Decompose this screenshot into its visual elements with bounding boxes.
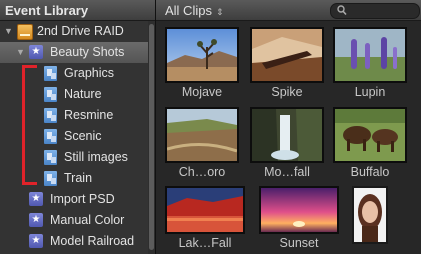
select-arrows-icon: ⇕ — [215, 7, 224, 17]
sidebar-item-event[interactable]: ★ Model Railroad — [0, 231, 148, 252]
clip-thumbnail[interactable]: Mo…fall — [250, 107, 324, 181]
clip-image — [333, 27, 407, 83]
clip-thumbnail[interactable] — [352, 186, 388, 244]
clip-thumbnail[interactable]: Buffalo — [333, 107, 407, 181]
clip-name: Sunset — [279, 236, 319, 250]
clip-image — [165, 186, 245, 234]
clip-name: Lak…Fall — [178, 236, 232, 250]
event-label: Model Railroad — [50, 234, 135, 248]
clip-name: Buffalo — [350, 165, 390, 179]
event-library-title: Event Library — [5, 3, 89, 18]
event-label: Import PSD — [50, 192, 115, 206]
clip-name: Ch…oro — [178, 165, 226, 179]
annotation-bracket — [22, 65, 37, 185]
search-field[interactable] — [330, 3, 420, 19]
keyword-collection-label: Graphics — [64, 66, 115, 80]
sidebar-item-beauty-shots[interactable]: ▼ ★ Beauty Shots — [0, 42, 148, 63]
event-label: Beauty Shots — [50, 45, 125, 59]
event-star-icon: ★ — [29, 192, 43, 206]
clip-name: Lupin — [354, 85, 386, 99]
clips-filter-select[interactable]: All Clips ⇕ — [165, 3, 224, 18]
keyword-collection-icon — [44, 87, 57, 102]
keyword-collection-icon — [44, 66, 57, 81]
clip-thumbnail[interactable]: Ch…oro — [165, 107, 239, 181]
keyword-collection-icon — [44, 129, 57, 144]
hard-drive-icon — [17, 24, 33, 40]
keyword-collection-label: Nature — [64, 87, 102, 101]
clip-thumbnail[interactable]: Lupin — [333, 27, 407, 101]
clip-thumbnail[interactable]: Lak…Fall — [165, 186, 245, 254]
clip-image — [259, 186, 339, 234]
clip-image — [165, 107, 239, 163]
clips-filter-label: All Clips — [165, 3, 212, 18]
clip-thumbnail[interactable]: Sunset — [259, 186, 339, 254]
keyword-collection-icon — [44, 150, 57, 165]
keyword-collection-icon — [44, 171, 57, 186]
sidebar-item-event[interactable]: ★ Manual Color — [0, 210, 148, 231]
clip-name: Spike — [271, 85, 303, 99]
clip-image — [352, 186, 388, 244]
keyword-collection-icon — [44, 108, 57, 123]
sidebar-item-drive[interactable]: ▼ 2nd Drive RAID — [0, 21, 148, 42]
disclosure-triangle-icon[interactable]: ▼ — [16, 47, 25, 57]
clip-thumbnail[interactable]: Spike — [250, 27, 324, 101]
event-star-icon: ★ — [29, 234, 43, 248]
clip-image — [333, 107, 407, 163]
search-icon — [337, 4, 347, 19]
clip-image — [250, 27, 324, 83]
disclosure-triangle-icon[interactable]: ▼ — [4, 26, 13, 36]
event-label: Manual Color — [50, 213, 125, 227]
event-star-icon: ★ — [29, 45, 43, 59]
clip-name: Mojave — [181, 85, 223, 99]
keyword-collection-label: Scenic — [64, 129, 102, 143]
clip-image — [165, 27, 239, 83]
sidebar-scrollbar-thumb[interactable] — [149, 24, 154, 250]
sidebar-item-event[interactable]: ★ Import PSD — [0, 189, 148, 210]
keyword-collection-label: Still images — [64, 150, 128, 164]
clip-image — [250, 107, 324, 163]
drive-label: 2nd Drive RAID — [37, 24, 124, 38]
clip-name: Mo…fall — [264, 165, 310, 179]
keyword-collection-label: Train — [64, 171, 93, 185]
keyword-collection-label: Resmine — [64, 108, 114, 122]
clip-thumbnail[interactable]: Mojave — [165, 27, 239, 101]
event-star-icon: ★ — [29, 213, 43, 227]
